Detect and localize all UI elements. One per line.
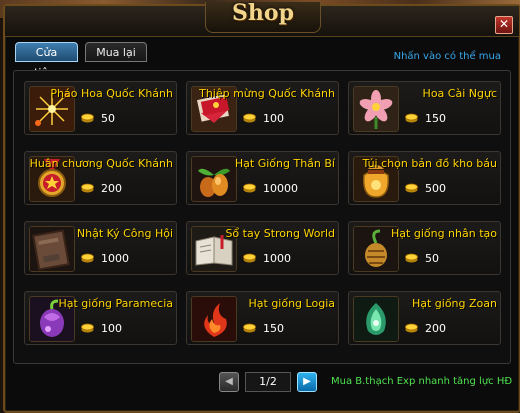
item-grid: Pháo Hoa Quốc Khánh 50 Thiệp mừng Quốc K… <box>13 70 511 364</box>
corsage-flower-icon <box>353 86 399 132</box>
shop-item[interactable]: Hạt Giống Thần Bí 10000 <box>186 151 339 205</box>
shop-item[interactable]: Huân chương Quốc Khánh 200 <box>24 151 177 205</box>
title-plate: Shop <box>205 0 321 33</box>
item-price: 1000 <box>101 252 129 265</box>
gold-coin-icon <box>81 323 94 333</box>
item-name: Túi chọn bản đồ kho báu <box>362 157 497 170</box>
gold-coin-icon <box>405 323 418 333</box>
item-price: 500 <box>425 182 446 195</box>
gold-coin-icon <box>243 113 256 123</box>
zoan-seed-icon <box>353 296 399 342</box>
item-name: Hạt Giống Thần Bí <box>234 157 335 170</box>
purchase-hint: Nhấn vào có thể mua <box>393 51 501 62</box>
item-name: Huân chương Quốc Khánh <box>29 157 173 170</box>
item-price: 50 <box>101 112 115 125</box>
item-price: 150 <box>425 112 446 125</box>
shop-item[interactable]: Hạt giống nhân tạo 50 <box>348 221 501 275</box>
item-price: 200 <box>101 182 122 195</box>
shop-item[interactable]: Hoa Cài Ngực 150 <box>348 81 501 135</box>
title-bar: Shop ✕ <box>5 0 519 37</box>
gold-coin-icon <box>405 183 418 193</box>
guild-diary-icon <box>29 226 75 272</box>
item-name: Sổ tay Strong World <box>225 227 335 240</box>
shop-item[interactable]: Túi chọn bản đồ kho báu 500 <box>348 151 501 205</box>
tab-buyback[interactable]: Mua lại <box>85 42 147 62</box>
gold-coin-icon <box>243 183 256 193</box>
item-price: 200 <box>425 322 446 335</box>
gold-coin-icon <box>81 183 94 193</box>
item-name: Hạt giống Zoan <box>411 297 497 310</box>
item-name: Hạt giống nhân tạo <box>391 227 497 240</box>
shop-item[interactable]: Hạt giống Paramecia 100 <box>24 291 177 345</box>
promo-link[interactable]: Mua B.thạch Exp nhanh tăng lực HĐ <box>331 376 512 387</box>
gold-coin-icon <box>243 253 256 263</box>
item-name: Nhật Ký Công Hội <box>76 227 173 240</box>
item-name: Hạt giống Paramecia <box>58 297 173 310</box>
tab-shop[interactable]: Cửa tiệm <box>15 42 78 79</box>
item-price: 100 <box>101 322 122 335</box>
shop-item[interactable]: Hạt giống Logia 150 <box>186 291 339 345</box>
item-price: 150 <box>263 322 284 335</box>
gold-coin-icon <box>81 253 94 263</box>
item-price: 1000 <box>263 252 291 265</box>
item-name: Thiệp mừng Quốc Khánh <box>199 87 335 100</box>
gold-coin-icon <box>405 113 418 123</box>
item-price: 10000 <box>263 182 298 195</box>
item-name: Hạt giống Logia <box>248 297 336 310</box>
item-price: 100 <box>263 112 284 125</box>
close-button[interactable]: ✕ <box>495 16 513 34</box>
shop-item[interactable]: Sổ tay Strong World 1000 <box>186 221 339 275</box>
shop-item[interactable]: Pháo Hoa Quốc Khánh 50 <box>24 81 177 135</box>
gold-coin-icon <box>81 113 94 123</box>
gold-coin-icon <box>243 323 256 333</box>
window-title: Shop <box>232 0 294 26</box>
gold-coin-icon <box>405 253 418 263</box>
prev-page-button[interactable]: ◀ <box>219 372 239 392</box>
item-price: 50 <box>425 252 439 265</box>
page-indicator: 1/2 <box>245 372 291 392</box>
shop-item[interactable]: Hạt giống Zoan 200 <box>348 291 501 345</box>
next-page-button[interactable]: ▶ <box>297 372 317 392</box>
shop-window: Shop ✕ Cửa tiệm Mua lại Nhấn vào có thể … <box>3 0 520 413</box>
item-name: Pháo Hoa Quốc Khánh <box>50 87 173 100</box>
shop-item[interactable]: Thiệp mừng Quốc Khánh 100 <box>186 81 339 135</box>
mystic-seed-icon <box>191 156 237 202</box>
logia-seed-icon <box>191 296 237 342</box>
shop-item[interactable]: Nhật Ký Công Hội 1000 <box>24 221 177 275</box>
item-name: Hoa Cài Ngực <box>422 87 497 100</box>
